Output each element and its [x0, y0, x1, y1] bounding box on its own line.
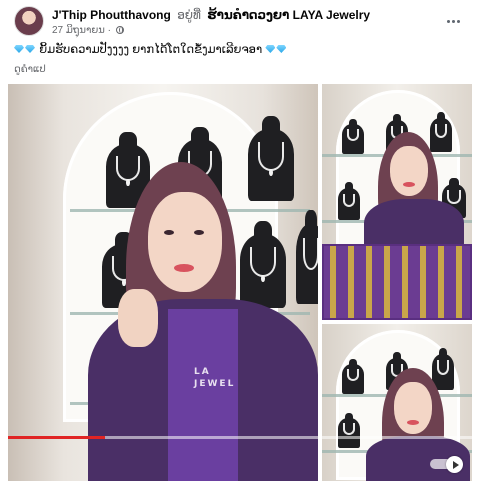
post-media[interactable]: LA JEWEL — [0, 84, 480, 481]
lips — [403, 182, 415, 187]
gold-bar-tray — [322, 244, 472, 320]
location-verb: ອຍູ່ທີ່ — [177, 8, 201, 22]
gem-emoji-icon — [265, 45, 276, 53]
gem-emoji-icon — [276, 45, 287, 53]
eye — [194, 230, 204, 235]
necklace-display — [342, 358, 364, 394]
purple-shirt — [168, 309, 238, 481]
necklace-display — [430, 111, 452, 152]
hand — [118, 289, 158, 347]
post-caption: ຍິ້ມຮັບຄວາມປັງງງງ ຍາກໄດ້ໂຕໃດຂໍ້ງມາເລີຍຈອ… — [14, 42, 287, 56]
gem-emoji-icon — [25, 45, 35, 53]
caption-text: ຍິ້ມຮັບຄວາມປັງງງງ ຍາກໄດ້ໂຕໃດຂໍ້ງມາເລີຍຈອ… — [39, 44, 263, 56]
eye — [164, 230, 174, 235]
location-name[interactable]: ຮ້ານຄຳດວງຍາ LAYA Jewelry — [207, 8, 370, 22]
lips — [407, 420, 419, 425]
post-title-line: J'Thip Phoutthavong ອຍູ່ທີ່ ຮ້ານຄຳດວງຍາ … — [52, 8, 370, 22]
more-dot — [451, 19, 455, 23]
play-icon[interactable] — [446, 456, 463, 473]
necklace-display — [296, 209, 318, 304]
video-progress-fill — [8, 436, 106, 439]
necklace-display — [248, 116, 294, 201]
face — [394, 382, 432, 434]
more-options-button[interactable] — [442, 10, 464, 32]
more-dot — [456, 19, 460, 23]
author-avatar[interactable] — [14, 6, 44, 36]
necklace-display — [342, 118, 364, 154]
shirt-logo: LA JEWEL — [194, 367, 236, 389]
necklace-display — [338, 182, 360, 220]
post-date[interactable]: 27 ມິຖຸນາຍນ · — [52, 25, 111, 36]
necklace-display — [240, 220, 286, 308]
facebook-post: J'Thip Phoutthavong ອຍູ່ທີ່ ຮ້ານຄຳດວງຍາ … — [0, 0, 480, 481]
more-horizontal-icon — [446, 19, 450, 23]
post-meta: 27 ມິຖຸນາຍນ · — [52, 25, 124, 36]
gem-emoji-icon — [14, 45, 24, 53]
video-progress-bar[interactable] — [8, 436, 472, 439]
post-header: J'Thip Phoutthavong ອຍູ່ທີ່ ຮ້ານຄຳດວງຍາ … — [14, 6, 468, 40]
necklace-display — [338, 412, 360, 448]
face — [148, 192, 222, 292]
main-video[interactable]: LA JEWEL — [8, 84, 318, 481]
side-photo-top[interactable] — [322, 84, 472, 320]
author-name[interactable]: J'Thip Phoutthavong — [52, 8, 171, 22]
see-translation-link[interactable]: ດູຄຳແປ — [14, 64, 46, 75]
lips — [174, 264, 194, 272]
globe-icon — [115, 26, 124, 34]
face — [390, 146, 428, 196]
